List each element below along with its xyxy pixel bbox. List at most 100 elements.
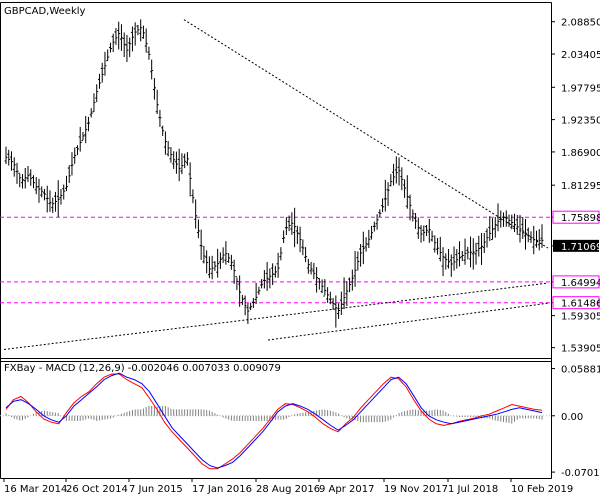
price-bar — [224, 241, 228, 265]
price-bar — [56, 180, 60, 217]
chart-frame — [0, 2, 552, 479]
price-bar — [381, 198, 385, 213]
price-bar — [144, 28, 148, 53]
price-bar — [40, 186, 44, 198]
price-bar — [532, 225, 536, 255]
price-bar — [73, 147, 77, 164]
price-bar — [70, 152, 74, 176]
price-bar — [15, 162, 19, 184]
price-bar — [375, 214, 379, 230]
price-bar — [108, 42, 112, 53]
price-bar — [59, 189, 63, 205]
date-tick-label: 28 Aug 2016 — [256, 484, 320, 495]
price-bar — [463, 238, 467, 265]
price-bar — [480, 232, 484, 265]
price-bar — [257, 286, 261, 295]
price-bar — [218, 252, 222, 269]
price-bar — [350, 269, 354, 291]
price-bar — [370, 225, 374, 240]
price-tick-label: 1.53905 — [561, 344, 600, 355]
support-trendline[interactable] — [267, 302, 549, 341]
price-bar — [513, 213, 517, 233]
price-bar — [117, 21, 121, 50]
price-bar — [86, 116, 90, 132]
price-bar — [249, 302, 253, 311]
date-tick-label: 19 Nov 2017 — [384, 484, 448, 495]
price-bar — [276, 252, 280, 278]
price-bar — [194, 199, 198, 229]
price-bar — [246, 303, 250, 324]
price-bar — [449, 254, 453, 277]
price-bar — [240, 294, 244, 305]
price-bar — [174, 151, 178, 174]
descending-trendline[interactable] — [183, 19, 549, 249]
price-bar — [183, 153, 187, 169]
price-bar — [378, 209, 382, 218]
current-price-label: 1.71069 — [561, 242, 600, 253]
price-bar — [243, 295, 247, 316]
price-bar — [106, 49, 110, 62]
price-bar — [315, 267, 319, 293]
price-tick-label: 2.03405 — [561, 50, 600, 61]
price-bar — [312, 262, 316, 280]
price-bar — [416, 217, 420, 239]
price-bar — [133, 22, 137, 46]
price-bar — [191, 189, 195, 204]
price-bar — [337, 303, 341, 319]
price-bar — [20, 173, 24, 189]
price-bar — [136, 24, 140, 36]
price-bar — [485, 228, 489, 248]
price-bar — [334, 295, 338, 328]
price-bar — [45, 185, 49, 213]
price-bar — [158, 109, 162, 127]
price-bar — [491, 218, 495, 241]
price-bars-series — [4, 19, 544, 328]
price-bar — [229, 254, 233, 270]
price-bar — [460, 250, 464, 262]
price-bar — [262, 270, 266, 289]
macd-tick-label: -0.070144 — [561, 468, 600, 479]
price-bar — [268, 268, 272, 289]
price-bar — [493, 216, 497, 238]
chart-symbol-label: GBPCAD,Weekly — [4, 6, 86, 17]
price-bar — [304, 247, 308, 263]
trend-lines[interactable] — [3, 19, 549, 350]
price-bar — [128, 37, 132, 58]
price-bar — [279, 247, 283, 261]
price-bar — [119, 24, 123, 51]
ascending-trendline[interactable] — [3, 282, 549, 350]
price-bar — [238, 275, 242, 307]
price-bar — [207, 256, 211, 279]
price-bar — [177, 148, 181, 182]
price-bar — [367, 229, 371, 249]
price-bar — [100, 62, 104, 83]
date-axis: 16 Mar 201426 Oct 2014 7 Jun 2015 17 Jan 2… — [3, 478, 573, 495]
price-tick-label: 2.08850 — [561, 18, 600, 29]
price-bar — [438, 236, 442, 262]
price-bar — [422, 225, 426, 242]
price-bar — [317, 278, 321, 290]
price-bar — [441, 247, 445, 277]
gbpcad-weekly-chart[interactable]: 2.08850 2.03405 1.97795 1.92350 1.86900 1.812… — [0, 0, 600, 500]
price-tick-label: 1.75898 — [561, 213, 600, 224]
price-tick-label: 1.86900 — [561, 148, 600, 159]
price-bar — [295, 225, 299, 245]
price-bar — [392, 163, 396, 186]
price-bar — [29, 169, 33, 186]
price-bar — [97, 73, 101, 89]
price-bar — [141, 25, 145, 39]
price-bar — [114, 28, 118, 45]
date-tick-label: 9 Apr 2017 — [319, 484, 374, 495]
price-bar — [254, 282, 258, 305]
price-bar — [169, 146, 173, 163]
date-tick-label: 7 Jun 2015 — [129, 484, 183, 495]
price-bar — [397, 157, 401, 186]
price-bar — [433, 235, 437, 253]
macd-tick-label: 0.00 — [561, 412, 583, 423]
price-axis: 2.08850 2.03405 1.97795 1.92350 1.86900 1.812… — [551, 18, 600, 355]
macd-indicator-label: FXBay - MACD (12,26,9) -0.002046 0.00703… — [4, 363, 281, 374]
horizontal-levels[interactable] — [0, 216, 551, 304]
price-bar — [507, 214, 511, 227]
price-bar — [31, 175, 35, 189]
price-bar — [408, 194, 412, 221]
